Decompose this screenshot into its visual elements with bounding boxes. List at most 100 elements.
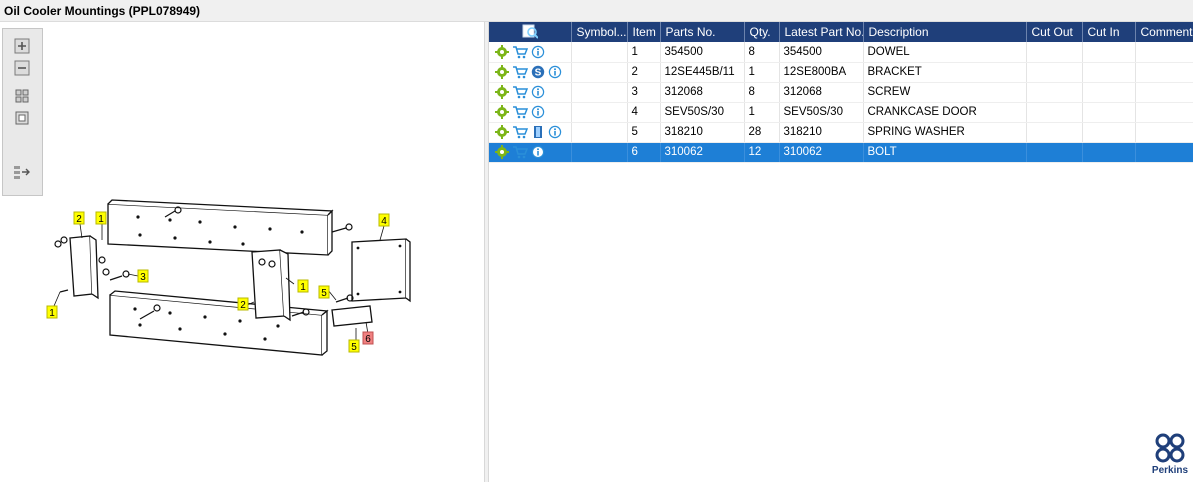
column-header-cut-out[interactable]: Cut Out bbox=[1026, 22, 1083, 42]
search-parts-icon[interactable] bbox=[522, 23, 539, 39]
callout-1-top[interactable]: 1 bbox=[95, 211, 107, 225]
fit-grid-icon[interactable] bbox=[12, 87, 32, 105]
cell-latest-part-no: 12SE800BA bbox=[779, 62, 864, 83]
gear-icon[interactable] bbox=[495, 105, 509, 119]
gear-icon[interactable] bbox=[495, 65, 509, 79]
cell-latest-part-no: 312068 bbox=[779, 82, 864, 103]
cell-cut-in bbox=[1082, 142, 1136, 163]
svg-text:2: 2 bbox=[240, 300, 246, 311]
gear-icon[interactable] bbox=[495, 125, 509, 139]
export-icon[interactable] bbox=[12, 163, 32, 181]
gear-icon[interactable] bbox=[495, 145, 509, 159]
svg-text:3: 3 bbox=[140, 272, 146, 283]
table-header-row: Symbol... Item Parts No. Qty. Latest Par… bbox=[489, 22, 1193, 42]
info-icon[interactable] bbox=[531, 45, 545, 59]
cart-icon[interactable] bbox=[512, 45, 528, 59]
cell-cut-out bbox=[1026, 82, 1083, 103]
cell-item: 3 bbox=[627, 82, 661, 103]
info-icon[interactable] bbox=[548, 125, 562, 139]
cart-icon[interactable] bbox=[512, 105, 528, 119]
info-icon[interactable] bbox=[531, 85, 545, 99]
cell-cut-out bbox=[1026, 42, 1083, 63]
perkins-logo: Perkins bbox=[1150, 432, 1190, 480]
cell-cut-out bbox=[1026, 102, 1083, 123]
cart-icon[interactable] bbox=[512, 145, 528, 159]
column-header-icons[interactable] bbox=[489, 22, 572, 42]
table-row[interactable]: 5 318210 28 318210 SPRING WASHER bbox=[489, 122, 1193, 143]
cell-part-no: 354500 bbox=[660, 42, 745, 63]
column-header-comment[interactable]: Comment bbox=[1135, 22, 1193, 42]
brand-name: Perkins bbox=[1151, 465, 1189, 476]
cell-part-no: 318210 bbox=[660, 122, 745, 143]
cell-latest-part-no: 354500 bbox=[779, 42, 864, 63]
column-header-parts-no[interactable]: Parts No. bbox=[660, 22, 745, 42]
callout-3[interactable]: 3 bbox=[137, 269, 149, 283]
cell-description: SPRING WASHER bbox=[863, 122, 1027, 143]
table-row[interactable]: 6 310062 12 310062 BOLT bbox=[489, 142, 1193, 163]
cell-qty: 8 bbox=[744, 82, 780, 103]
table-row[interactable]: 4 SEV50S/30 1 SEV50S/30 CRANKCASE DOOR bbox=[489, 102, 1193, 123]
table-row[interactable]: 1 354500 8 354500 DOWEL bbox=[489, 42, 1193, 63]
exploded-parts-diagram: 2 1 3 1 4 2 1 5 5 6 bbox=[46, 199, 411, 356]
table-row[interactable]: S 2 12SE445B/11 1 12SE800BA BRACKET bbox=[489, 62, 1193, 83]
callout-1-middle[interactable]: 1 bbox=[297, 279, 309, 293]
cell-comment bbox=[1135, 42, 1193, 63]
cart-icon[interactable] bbox=[512, 85, 528, 99]
svg-text:4: 4 bbox=[381, 216, 387, 227]
gear-icon[interactable] bbox=[495, 85, 509, 99]
column-header-latest-part-no[interactable]: Latest Part No. bbox=[779, 22, 864, 42]
info-icon[interactable] bbox=[531, 105, 545, 119]
info-icon[interactable] bbox=[548, 65, 562, 79]
cell-symbol bbox=[571, 82, 628, 103]
cell-symbol bbox=[571, 142, 628, 163]
s-badge-icon[interactable]: S bbox=[531, 65, 545, 79]
cell-description: DOWEL bbox=[863, 42, 1027, 63]
cell-part-no: SEV50S/30 bbox=[660, 102, 745, 123]
parts-list-pane: Symbol... Item Parts No. Qty. Latest Par… bbox=[489, 22, 1193, 482]
cell-part-no: 312068 bbox=[660, 82, 745, 103]
cart-icon[interactable] bbox=[512, 65, 528, 79]
svg-text:1: 1 bbox=[300, 282, 306, 293]
diagram-toolbox bbox=[2, 28, 43, 196]
callout-5-upper[interactable]: 5 bbox=[318, 285, 330, 299]
book-icon[interactable] bbox=[531, 125, 545, 139]
cell-comment bbox=[1135, 102, 1193, 123]
callout-2-middle[interactable]: 2 bbox=[237, 297, 249, 311]
cell-item: 2 bbox=[627, 62, 661, 83]
cell-item: 5 bbox=[627, 122, 661, 143]
cell-item: 1 bbox=[627, 42, 661, 63]
row-action-icons bbox=[489, 122, 572, 143]
column-header-symbol[interactable]: Symbol... bbox=[571, 22, 628, 42]
row-action-icons bbox=[489, 42, 572, 63]
cell-symbol bbox=[571, 122, 628, 143]
callout-5-lower[interactable]: 5 bbox=[348, 339, 360, 353]
callout-4[interactable]: 4 bbox=[378, 213, 390, 227]
callout-2-left[interactable]: 2 bbox=[73, 211, 85, 225]
gear-icon[interactable] bbox=[495, 44, 509, 59]
cell-comment bbox=[1135, 142, 1193, 163]
svg-text:1: 1 bbox=[49, 308, 55, 319]
column-header-description[interactable]: Description bbox=[863, 22, 1027, 42]
column-header-item[interactable]: Item bbox=[627, 22, 661, 42]
window-title-bar: Oil Cooler Mountings (PPL078949) bbox=[0, 0, 1193, 22]
cell-item: 6 bbox=[627, 142, 661, 163]
callout-1-left[interactable]: 1 bbox=[46, 305, 58, 319]
info-icon[interactable] bbox=[531, 145, 545, 159]
svg-text:1: 1 bbox=[98, 214, 104, 225]
cell-comment bbox=[1135, 82, 1193, 103]
callout-6[interactable]: 6 bbox=[362, 331, 374, 345]
row-action-icons bbox=[489, 82, 572, 103]
row-action-icons: S bbox=[489, 62, 572, 83]
cell-part-no: 310062 bbox=[660, 142, 745, 163]
table-row[interactable]: 3 312068 8 312068 SCREW bbox=[489, 82, 1193, 103]
cell-qty: 8 bbox=[744, 42, 780, 63]
cell-qty: 1 bbox=[744, 102, 780, 123]
cart-icon[interactable] bbox=[512, 125, 528, 139]
cell-item: 4 bbox=[627, 102, 661, 123]
column-header-cut-in[interactable]: Cut In bbox=[1082, 22, 1136, 42]
actual-size-icon[interactable] bbox=[12, 109, 32, 127]
zoom-in-icon[interactable] bbox=[12, 37, 32, 55]
zoom-out-icon[interactable] bbox=[12, 59, 32, 77]
cell-latest-part-no: 310062 bbox=[779, 142, 864, 163]
column-header-qty[interactable]: Qty. bbox=[744, 22, 780, 42]
